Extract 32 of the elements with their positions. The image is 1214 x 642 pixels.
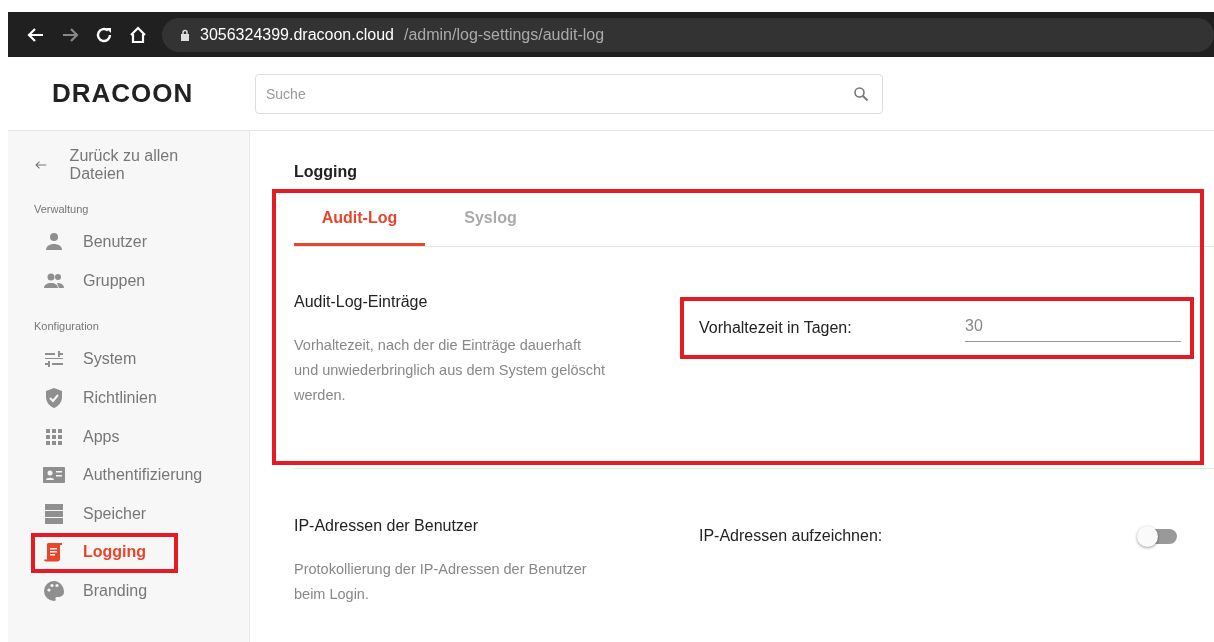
server-icon (42, 501, 66, 526)
sidebar-item[interactable]: Richtlinien (34, 378, 222, 418)
sidebar-item[interactable]: Apps (34, 417, 222, 456)
tab[interactable]: Syslog (425, 197, 556, 246)
section-description: Protokollierung der IP-Adressen der Benutzer beim Login. (294, 560, 588, 604)
sidebar-item[interactable]: Logging (34, 533, 222, 572)
tab[interactable]: Audit-Log (294, 197, 425, 246)
url-path: /admin/log-settings/audit-log (403, 25, 605, 44)
logo: DRACOON (51, 78, 195, 109)
section-title: IP-Adressen der Benutzer (294, 517, 480, 535)
search-icon[interactable] (853, 85, 869, 102)
section-description: Vorhaltezeit, nach der die Einträge dauerhaft und unwiederbringlich aus dem System gelöscht werden. (294, 336, 607, 405)
section-title: Audit-Log-Einträge (294, 293, 429, 311)
lock-icon (180, 28, 190, 41)
field-label: Vorhaltezeit in Tagen: (699, 319, 852, 337)
url-host: 3056324399.dracoon.cloud (200, 25, 394, 44)
sidebar-item[interactable]: Gruppen (34, 261, 222, 301)
sidebar-item[interactable]: System (34, 340, 222, 379)
back-link[interactable]: Zurück zu allen Dateien (34, 147, 184, 183)
sidebar-section-title: Konfiguration (34, 320, 100, 333)
input-field[interactable]: 30 (965, 314, 1181, 342)
toggle-label: IP-Adressen aufzeichnen: (699, 527, 883, 545)
page-title: Logging (294, 163, 359, 181)
palette-icon (42, 579, 66, 604)
sidebar-item[interactable]: Branding (34, 571, 222, 611)
home-icon[interactable] (128, 24, 148, 45)
sidebar-section-title: Verwaltung (34, 203, 90, 215)
address-bar[interactable]: 3056324399.dracoon.cloud /admin/log-settings/audit-log (162, 17, 1214, 52)
search-field[interactable]: Suche (255, 73, 883, 114)
sidebar-item[interactable]: Benutzer (34, 223, 222, 262)
sidebar-item[interactable]: Authentifizierung (34, 455, 222, 495)
sidebar-item[interactable]: Speicher (34, 494, 222, 534)
